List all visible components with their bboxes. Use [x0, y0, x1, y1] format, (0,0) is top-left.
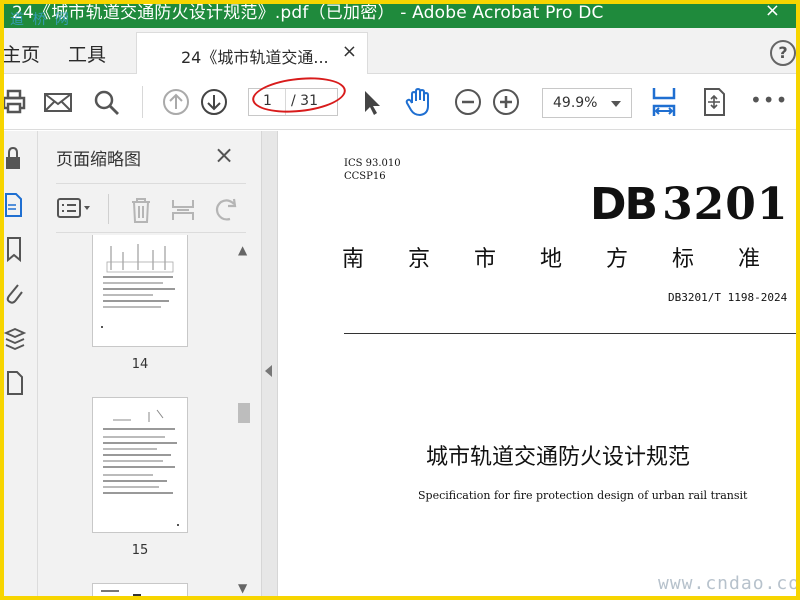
document-viewport[interactable]: ICS 93.010 CCSP16 DB 3201 南京市地方标准 DB3201/… — [278, 131, 796, 596]
zoom-out-icon[interactable] — [452, 86, 484, 118]
chevron-down-icon[interactable] — [611, 101, 621, 107]
bookmark-icon[interactable] — [4, 235, 26, 263]
page-up-icon[interactable] — [160, 86, 192, 118]
mail-icon[interactable] — [42, 86, 74, 118]
print-icon[interactable] — [0, 86, 32, 118]
scroll-thumb[interactable] — [238, 403, 250, 423]
ccs-number: CCSP16 — [344, 171, 386, 182]
window-close-button[interactable]: × — [765, 4, 780, 21]
scroll-down-icon[interactable]: ▼ — [238, 581, 247, 595]
menu-bar: 主页 工具 24《城市轨道交通... × ? — [4, 28, 796, 74]
chevron-left-icon[interactable] — [265, 365, 272, 377]
left-icon-rail — [4, 131, 38, 596]
options-menu-icon[interactable] — [56, 196, 96, 222]
panel-separator — [108, 194, 109, 224]
hand-icon[interactable] — [402, 86, 434, 118]
panel-toolbar — [56, 183, 246, 233]
db-prefix: DB — [590, 179, 658, 230]
thumbnail-page[interactable] — [92, 397, 188, 533]
zoom-in-icon[interactable] — [490, 86, 522, 118]
header-rule — [344, 333, 796, 334]
zoom-value: 49.9% — [553, 95, 598, 111]
thumbnail-page[interactable] — [92, 235, 188, 347]
site-watermark: www.cndao.com — [658, 573, 796, 594]
page-thumbnails-panel: 页面缩略图 × 14 15 ▲ ▼ — [38, 131, 262, 596]
toolbar: 1 / 31 49.9% ••• — [4, 73, 796, 130]
watermark-text: 道 桥 网 — [10, 12, 71, 28]
thumbnail-page[interactable] — [92, 583, 188, 596]
attachment-icon[interactable] — [4, 279, 26, 307]
app-window: 24《城市轨道交通防火设计规范》.pdf（已加密） - Adobe Acroba… — [0, 0, 800, 600]
panel-collapse-handle[interactable] — [262, 131, 278, 596]
trash-icon[interactable] — [128, 196, 154, 224]
search-icon[interactable] — [90, 86, 122, 118]
fit-width-icon[interactable] — [648, 86, 680, 118]
document-tab[interactable]: 24《城市轨道交通... × — [136, 32, 368, 74]
panel-title: 页面缩略图 — [56, 150, 141, 170]
menu-tools[interactable]: 工具 — [68, 40, 106, 67]
help-button[interactable]: ? — [770, 40, 796, 66]
ics-number: ICS 93.010 — [344, 158, 401, 169]
tab-label: 24《城市轨道交通... — [181, 48, 329, 67]
extract-pages-icon[interactable] — [170, 196, 196, 224]
standard-code: DB3201/T 1198-2024 — [668, 291, 788, 304]
document-icon[interactable] — [4, 369, 26, 397]
toolbar-separator — [142, 86, 143, 118]
rotate-page-icon[interactable] — [698, 86, 730, 118]
panel-close-button[interactable]: × — [214, 141, 234, 169]
db-standard-logo: DB 3201 — [590, 179, 789, 230]
layers-icon[interactable] — [4, 325, 26, 353]
select-arrow-icon[interactable] — [356, 86, 388, 118]
more-icon[interactable]: ••• — [750, 88, 788, 112]
page-down-icon[interactable] — [198, 86, 230, 118]
menu-home[interactable]: 主页 — [4, 40, 40, 67]
scroll-up-icon[interactable]: ▲ — [238, 243, 247, 257]
tab-close-button[interactable]: × — [342, 41, 357, 62]
page-thumbnails-icon[interactable] — [4, 191, 26, 219]
zoom-select[interactable]: 49.9% — [542, 88, 632, 118]
thumbnail-preview — [101, 244, 175, 328]
thumbnail-preview — [101, 590, 141, 596]
document-title-en: Specification for fire protection design… — [418, 489, 748, 502]
window-title: 24《城市轨道交通防火设计规范》.pdf（已加密） - Adobe Acroba… — [12, 4, 604, 23]
thumbnail-scrollbar[interactable]: ▲ ▼ — [234, 235, 254, 596]
ics-code: ICS 93.010 CCSP16 — [344, 157, 401, 183]
title-bar: 24《城市轨道交通防火设计规范》.pdf（已加密） - Adobe Acroba… — [4, 4, 796, 28]
standard-name: 南京市地方标准 — [342, 247, 796, 272]
db-number: 3201 — [662, 179, 789, 230]
thumbnail-page-number: 14 — [131, 357, 149, 372]
thumbnail-list: 14 15 ▲ ▼ — [38, 235, 262, 596]
document-title-cn: 城市轨道交通防火设计规范 — [426, 445, 691, 470]
rotate-icon[interactable] — [212, 196, 242, 224]
thumbnail-preview — [103, 409, 179, 526]
lock-icon[interactable] — [4, 145, 26, 173]
thumbnail-page-number: 15 — [131, 543, 149, 558]
